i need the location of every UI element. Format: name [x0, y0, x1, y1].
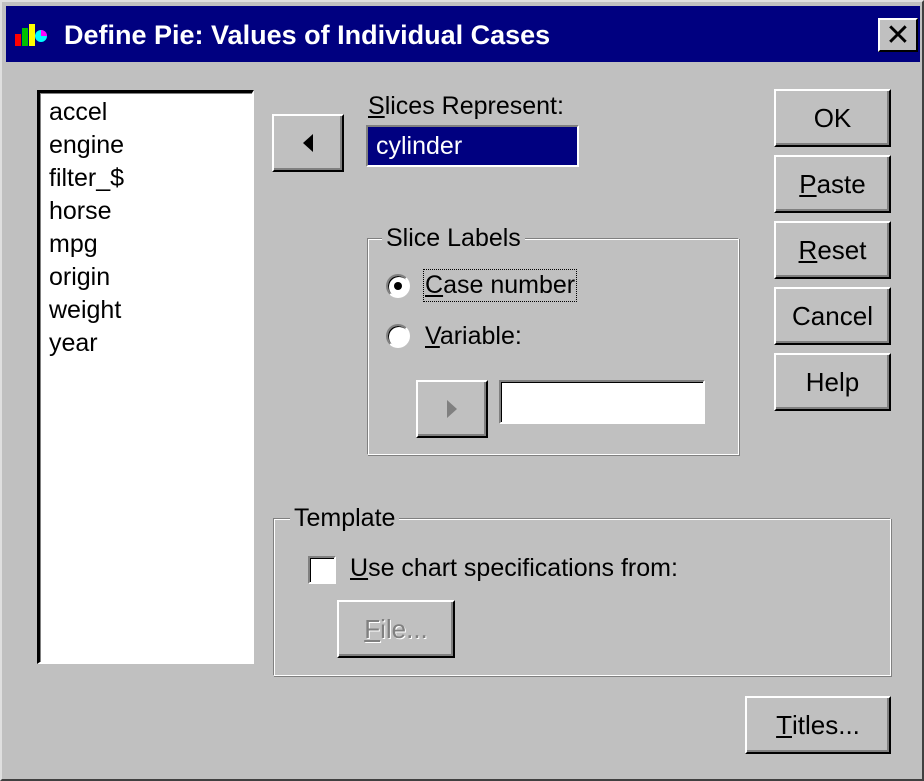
titles-mnemonic: T [776, 709, 792, 740]
variable-label-text: ariable: [439, 322, 522, 350]
arrow-left-icon [303, 134, 313, 152]
window-title: Define Pie: Values of Individual Cases [64, 20, 551, 50]
list-item[interactable]: origin [49, 262, 110, 292]
reset-button[interactable]: Reset [774, 221, 891, 279]
file-mnemonic: F [364, 613, 381, 644]
variable-label[interactable]: Variable: [425, 322, 522, 351]
spss-app-icon [15, 24, 47, 46]
slices-represent-label: Slices Represent: [368, 92, 564, 121]
ok-button[interactable]: OK [774, 89, 891, 147]
slice-label-variable-field[interactable] [499, 380, 705, 424]
titles-label-text: itles... [791, 709, 860, 740]
list-item[interactable]: engine [49, 130, 124, 160]
paste-button[interactable]: Paste [774, 155, 891, 213]
move-to-slices-button[interactable] [272, 114, 344, 172]
list-item[interactable]: filter_$ [49, 163, 124, 193]
file-label-text: ile... [380, 613, 428, 644]
paste-label-text: aste [816, 168, 866, 199]
titles-button[interactable]: Titles... [745, 696, 891, 754]
file-button[interactable]: File... [337, 600, 455, 658]
list-item[interactable]: year [49, 328, 98, 358]
slices-represent-label-text: lices Represent: [384, 92, 564, 120]
close-button[interactable]: ✕ [878, 18, 918, 52]
radio-selected-dot [394, 282, 402, 290]
define-pie-dialog: Define Pie: Values of Individual Cases ✕… [0, 0, 924, 781]
paste-mnemonic: P [799, 168, 817, 199]
case-number-mnemonic: C [425, 271, 444, 299]
reset-label-text: eset [817, 234, 867, 265]
use-chart-specs-mnemonic: U [350, 554, 369, 582]
slice-labels-legend: Slice Labels [382, 224, 525, 253]
use-chart-specs-checkbox[interactable] [308, 556, 336, 584]
case-number-label[interactable]: Case number [422, 269, 578, 302]
list-item[interactable]: horse [49, 196, 112, 226]
template-legend: Template [290, 504, 400, 533]
reset-mnemonic: R [798, 234, 818, 265]
list-item[interactable]: weight [49, 295, 121, 325]
arrow-right-icon [447, 400, 457, 418]
use-chart-specs-label-text: se chart specifications from: [368, 554, 678, 582]
help-button[interactable]: Help [774, 353, 891, 411]
list-item[interactable]: accel [49, 97, 107, 127]
title-bar[interactable]: Define Pie: Values of Individual Cases ✕ [6, 6, 920, 62]
move-to-slice-labels-button[interactable] [416, 380, 488, 438]
variable-mnemonic: V [425, 322, 440, 350]
slices-represent-mnemonic: S [368, 92, 385, 120]
variable-radio[interactable] [386, 324, 410, 348]
variable-list[interactable]: accel engine filter_$ horse mpg origin w… [37, 90, 254, 664]
use-chart-specs-label[interactable]: Use chart specifications from: [350, 554, 678, 583]
close-icon: ✕ [885, 18, 911, 52]
slices-represent-field[interactable]: cylinder [366, 125, 579, 167]
case-number-radio[interactable] [386, 274, 410, 298]
case-number-label-text: ase number [443, 271, 576, 299]
cancel-button[interactable]: Cancel [774, 287, 891, 345]
list-item[interactable]: mpg [49, 229, 98, 259]
